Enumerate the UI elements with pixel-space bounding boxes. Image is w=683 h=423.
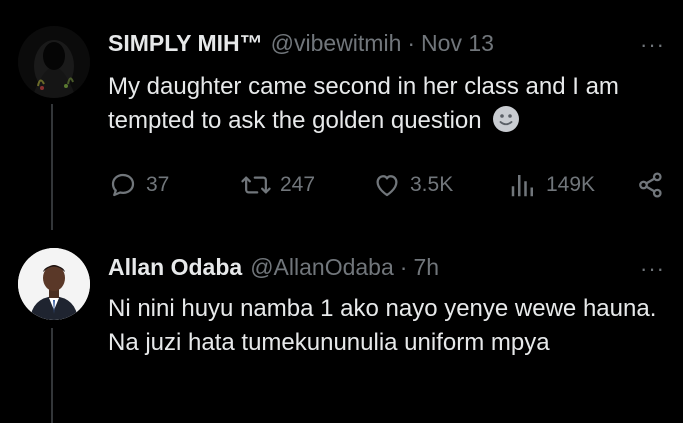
share-button[interactable] [636,170,666,200]
like-count: 3.5K [410,173,454,196]
analytics-bars-icon [508,170,538,200]
timestamp[interactable]: 7h [413,254,439,281]
retweet-button[interactable]: 247 [240,170,315,200]
heart-icon [372,170,402,200]
avatar-image [18,248,90,320]
tweet-text: Ni nini huyu namba 1 ako nayo yenye wewe… [108,295,657,356]
tweet-text-content: My daughter came second in her class and… [108,73,619,134]
thread-line-bottom [51,328,53,423]
reply-count: 37 [146,173,170,196]
views-button[interactable]: 149K [508,170,595,200]
display-name[interactable]: Allan Odaba [108,254,242,281]
more-options-button[interactable]: ··· [640,34,665,56]
separator-dot: · [399,254,408,280]
user-handle[interactable]: @AllanOdaba [250,254,394,281]
tweet-header: SIMPLY MIH™ @vibewitmih · Nov 13 [108,30,494,57]
user-handle[interactable]: @vibewitmih [271,30,402,57]
retweet-icon [240,170,272,200]
more-options-button[interactable]: ··· [640,258,665,280]
view-count: 149K [546,173,596,196]
display-name[interactable]: SIMPLY MIH™ [108,30,263,57]
tweet-header: Allan Odaba @AllanOdaba · 7h [108,254,439,281]
thread-line-top [51,104,53,230]
separator-dot: · [407,30,416,56]
tweet-text: My daughter came second in her class and… [108,70,668,143]
share-icon [636,170,666,200]
avatar[interactable] [18,26,90,98]
retweet-count: 247 [280,173,316,196]
reply-button[interactable]: 37 [108,170,169,200]
reply-icon [108,170,138,200]
tweet-actions: 37 247 3.5K 149K [108,170,668,202]
avatar[interactable] [18,248,90,320]
like-button[interactable]: 3.5K [372,170,453,200]
slightly-smiling-face-icon [492,105,520,143]
timestamp[interactable]: Nov 13 [421,30,494,57]
avatar-image [18,26,90,98]
